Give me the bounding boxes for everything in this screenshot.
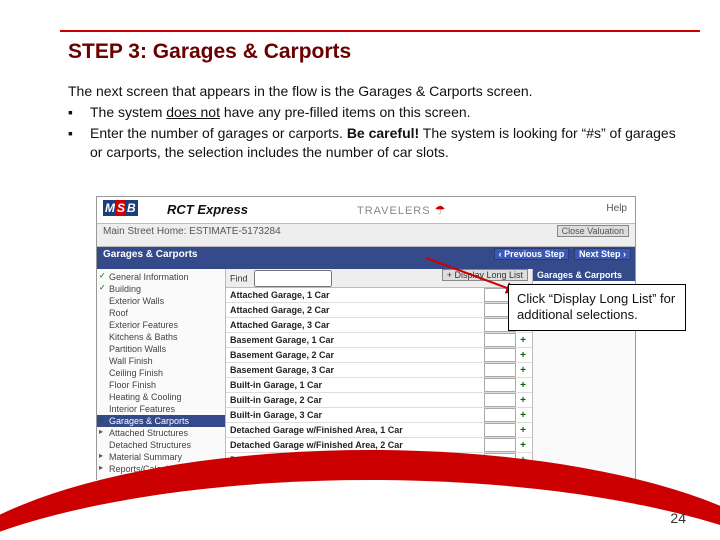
list-item-label: Attached Garage, 2 Car (230, 305, 480, 315)
list-item: Built-in Garage, 3 Car + (226, 408, 532, 423)
rct-express-label: RCT Express (167, 202, 248, 217)
find-input[interactable] (254, 270, 332, 287)
quantity-input[interactable] (484, 453, 516, 467)
sidebar-item[interactable]: Ceiling Finish (97, 367, 225, 379)
list-item-label: Built-in Garage, 1 Car (230, 380, 480, 390)
bullet-2: ▪ Enter the number of garages or carport… (68, 124, 680, 162)
bullet-1: ▪ The system does not have any pre-fille… (68, 103, 680, 122)
sidebar-item[interactable]: Exterior Features (97, 319, 225, 331)
right-panel-header: Garages & Carports (533, 269, 635, 281)
quantity-input[interactable] (484, 468, 516, 482)
list-item-label: Basement Garage, 2 Car (230, 350, 480, 360)
find-label: Find (230, 274, 248, 284)
sidebar-item[interactable]: Exterior Walls (97, 295, 225, 307)
sidebar-item[interactable]: Roof (97, 307, 225, 319)
top-divider (60, 30, 700, 32)
list-item: Detached Garage w/Finished Area, 1 Car + (226, 423, 532, 438)
list-item-label: Attached Garage, 3 Car (230, 320, 480, 330)
logo-row: MSB RCT Express TRAVELERS ☂ Help (97, 197, 635, 224)
sidebar-item[interactable]: Floor Finish (97, 379, 225, 391)
body-text: The next screen that appears in the flow… (68, 82, 680, 162)
list-item-label: Built-in Garage, 3 Car (230, 410, 480, 420)
quantity-input[interactable] (484, 333, 516, 347)
msb-logo: MSB (103, 200, 138, 216)
sidebar-item[interactable]: Kitchens & Baths (97, 331, 225, 343)
next-step-button[interactable]: Next Step › (574, 248, 631, 260)
sidebar-item[interactable]: Material Summary (97, 451, 225, 463)
sidebar-item[interactable]: Building (97, 283, 225, 295)
section-title: Garages & Carports (103, 249, 197, 260)
slide-title: STEP 3: Garages & Carports (68, 40, 351, 64)
quantity-input[interactable] (484, 423, 516, 437)
plus-icon[interactable]: + (518, 395, 528, 406)
list-item: Built-in Garage, 1 Car + (226, 378, 532, 393)
umbrella-icon: ☂ (435, 203, 447, 217)
sidebar-item[interactable]: Detached Structures (97, 439, 225, 451)
plus-icon[interactable]: + (518, 410, 528, 421)
sidebar-item[interactable]: Wall Finish (97, 355, 225, 367)
list-item: Basement Garage, 2 Car + (226, 348, 532, 363)
sidebar-item[interactable]: Reports/Calculate (97, 463, 225, 475)
close-valuation-button[interactable]: Close Valuation (557, 225, 629, 237)
plus-icon[interactable]: + (518, 350, 528, 361)
list-item: Built-in Garage, 2 Car + (226, 393, 532, 408)
breadcrumb: Main Street Home: ESTIMATE-5173284 Close… (97, 224, 635, 247)
page-number: 24 (670, 510, 686, 526)
quantity-input[interactable] (484, 393, 516, 407)
sidebar-item[interactable]: Attached Structures (97, 427, 225, 439)
list-item: Basement Garage, 3 Car + (226, 363, 532, 378)
sidebar-item[interactable]: Garages & Carports (97, 415, 225, 427)
plus-icon[interactable]: + (518, 455, 528, 466)
plus-icon[interactable]: + (518, 335, 528, 346)
quantity-input[interactable] (484, 378, 516, 392)
list-item: Detached Garage w/Finished Area, 2 Car + (226, 438, 532, 453)
sidebar-item[interactable]: Heating & Cooling (97, 391, 225, 403)
quantity-input[interactable] (484, 438, 516, 452)
travelers-logo: TRAVELERS ☂ (357, 203, 446, 217)
nav-sidebar: General InformationBuildingExterior Wall… (97, 269, 226, 489)
quantity-input[interactable] (484, 408, 516, 422)
list-item-label: Basement Garage, 1 Car (230, 335, 480, 345)
help-link[interactable]: Help (606, 203, 627, 214)
list-item-label: Detached Garage w/Finished Area, 2 Car (230, 440, 480, 450)
list-item: Attached Garage, 3 Car+ (226, 318, 532, 333)
plus-icon[interactable]: + (518, 365, 528, 376)
intro-line: The next screen that appears in the flow… (68, 82, 680, 101)
list-item-label: Detached Garage w/Finished Area, 3 Car (230, 455, 480, 465)
sidebar-item[interactable]: General Information (97, 271, 225, 283)
plus-icon[interactable]: + (518, 425, 528, 436)
list-item: Detached Garage w/Finished Area, 3 Car + (226, 453, 532, 468)
callout-box: Click “Display Long List” for additional… (508, 284, 686, 331)
list-item: Detached Garage, 1 Car + (226, 468, 532, 483)
list-item-label: Detached Garage, 1 Car (230, 470, 480, 480)
list-item-label: Basement Garage, 3 Car (230, 365, 480, 375)
main-panel: Find + Display Long List Attached Garage… (226, 269, 533, 489)
quantity-input[interactable] (484, 363, 516, 377)
quantity-input[interactable] (484, 348, 516, 362)
plus-icon[interactable]: + (518, 380, 528, 391)
plus-icon[interactable]: + (518, 470, 528, 481)
list-item-label: Built-in Garage, 2 Car (230, 395, 480, 405)
section-header: Garages & Carports ‹ Previous Step Next … (97, 247, 635, 269)
list-item: Basement Garage, 1 Car + (226, 333, 532, 348)
plus-icon[interactable]: + (518, 440, 528, 451)
list-item: Attached Garage, 2 Car+ (226, 303, 532, 318)
sidebar-item[interactable]: Partition Walls (97, 343, 225, 355)
app-screenshot: MSB RCT Express TRAVELERS ☂ Help Main St… (96, 196, 636, 480)
list-item-label: Detached Garage w/Finished Area, 1 Car (230, 425, 480, 435)
sidebar-item[interactable]: Interior Features (97, 403, 225, 415)
